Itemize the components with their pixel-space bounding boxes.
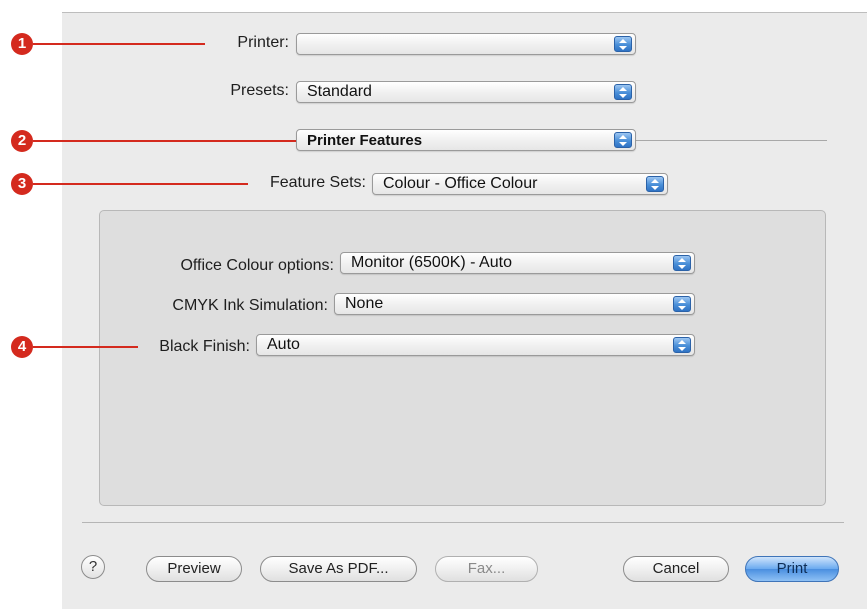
dialog-top-edge bbox=[62, 0, 867, 13]
print-button[interactable]: Print bbox=[745, 556, 839, 582]
presets-label: Presets: bbox=[230, 82, 289, 99]
up-down-arrows-icon bbox=[614, 36, 632, 52]
up-down-arrows-icon bbox=[614, 84, 632, 100]
office-colour-popup[interactable]: Monitor (6500K) - Auto bbox=[340, 252, 695, 274]
cmyk-label: CMYK Ink Simulation: bbox=[172, 297, 328, 314]
bottom-separator bbox=[82, 522, 844, 523]
callout-3-line bbox=[33, 183, 248, 185]
office-colour-label: Office Colour options: bbox=[180, 257, 334, 274]
callout-4: 4 bbox=[11, 336, 33, 358]
presets-value: Standard bbox=[307, 83, 372, 100]
callout-2-line bbox=[33, 140, 296, 142]
feature-sets-value: Colour - Office Colour bbox=[383, 175, 538, 192]
callout-2: 2 bbox=[11, 130, 33, 152]
save-as-pdf-button[interactable]: Save As PDF... bbox=[260, 556, 417, 582]
printer-label: Printer: bbox=[237, 34, 289, 51]
presets-popup[interactable]: Standard bbox=[296, 81, 636, 103]
fax-button[interactable]: Fax... bbox=[435, 556, 538, 582]
feature-sets-label: Feature Sets: bbox=[269, 174, 366, 191]
preview-button[interactable]: Preview bbox=[146, 556, 242, 582]
cmyk-popup[interactable]: None bbox=[334, 293, 695, 315]
pane-separator bbox=[636, 140, 827, 141]
up-down-arrows-icon bbox=[673, 337, 691, 353]
black-finish-popup[interactable]: Auto bbox=[256, 334, 695, 356]
pane-popup[interactable]: Printer Features bbox=[296, 129, 636, 151]
callout-1: 1 bbox=[11, 33, 33, 55]
cancel-button[interactable]: Cancel bbox=[623, 556, 729, 582]
help-button[interactable]: ? bbox=[81, 555, 105, 579]
pane-value: Printer Features bbox=[307, 132, 423, 149]
printer-popup[interactable] bbox=[296, 33, 636, 55]
cmyk-value: None bbox=[345, 295, 384, 312]
black-finish-value: Auto bbox=[267, 336, 300, 353]
up-down-arrows-icon bbox=[673, 255, 691, 271]
callout-1-line bbox=[33, 43, 205, 45]
up-down-arrows-icon bbox=[646, 176, 664, 192]
up-down-arrows-icon bbox=[614, 132, 632, 148]
office-colour-value: Monitor (6500K) - Auto bbox=[351, 254, 512, 271]
feature-sets-popup[interactable]: Colour - Office Colour bbox=[372, 173, 668, 195]
callout-3: 3 bbox=[11, 173, 33, 195]
black-finish-label: Black Finish: bbox=[159, 338, 250, 355]
up-down-arrows-icon bbox=[673, 296, 691, 312]
callout-4-line bbox=[33, 346, 138, 348]
